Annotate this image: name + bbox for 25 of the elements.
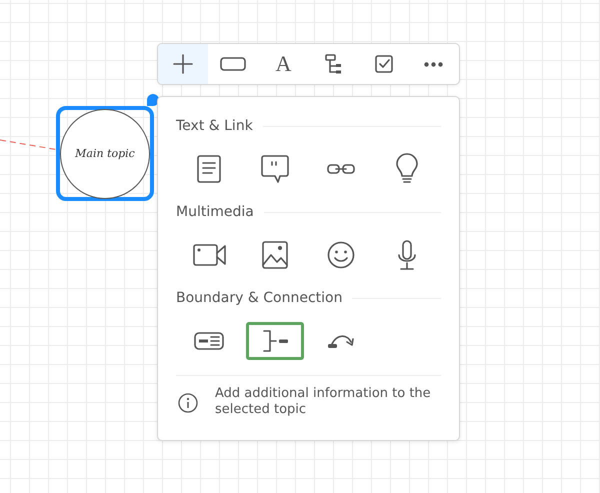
info-icon xyxy=(178,393,198,413)
boundary-icon xyxy=(194,332,224,350)
section-title: Text & Link xyxy=(176,118,253,134)
summary-icon xyxy=(262,329,288,353)
lightbulb-icon xyxy=(395,154,419,184)
toolbar-button[interactable]: A xyxy=(258,44,309,84)
rectangle-icon xyxy=(220,57,246,71)
hint-text: Add additional information to the selected topic xyxy=(215,386,432,418)
smiley-icon xyxy=(327,241,355,269)
topic-label: Main topic xyxy=(75,147,135,160)
topic-node[interactable]: Main topic xyxy=(56,106,154,201)
image-icon xyxy=(262,241,288,269)
plus-icon xyxy=(172,53,194,75)
structure-icon xyxy=(325,54,342,74)
more-icon xyxy=(424,62,444,66)
speech-bubble-icon xyxy=(261,155,289,183)
note-icon xyxy=(197,155,221,183)
resize-handle[interactable] xyxy=(147,94,159,106)
microphone-icon xyxy=(397,240,417,270)
checkbox-icon xyxy=(374,55,393,73)
section-title: Multimedia xyxy=(176,204,254,220)
section-title: Boundary & Connection xyxy=(176,290,342,306)
insert-button[interactable] xyxy=(246,322,304,360)
link-icon xyxy=(327,162,355,176)
video-camera-icon xyxy=(192,242,226,268)
